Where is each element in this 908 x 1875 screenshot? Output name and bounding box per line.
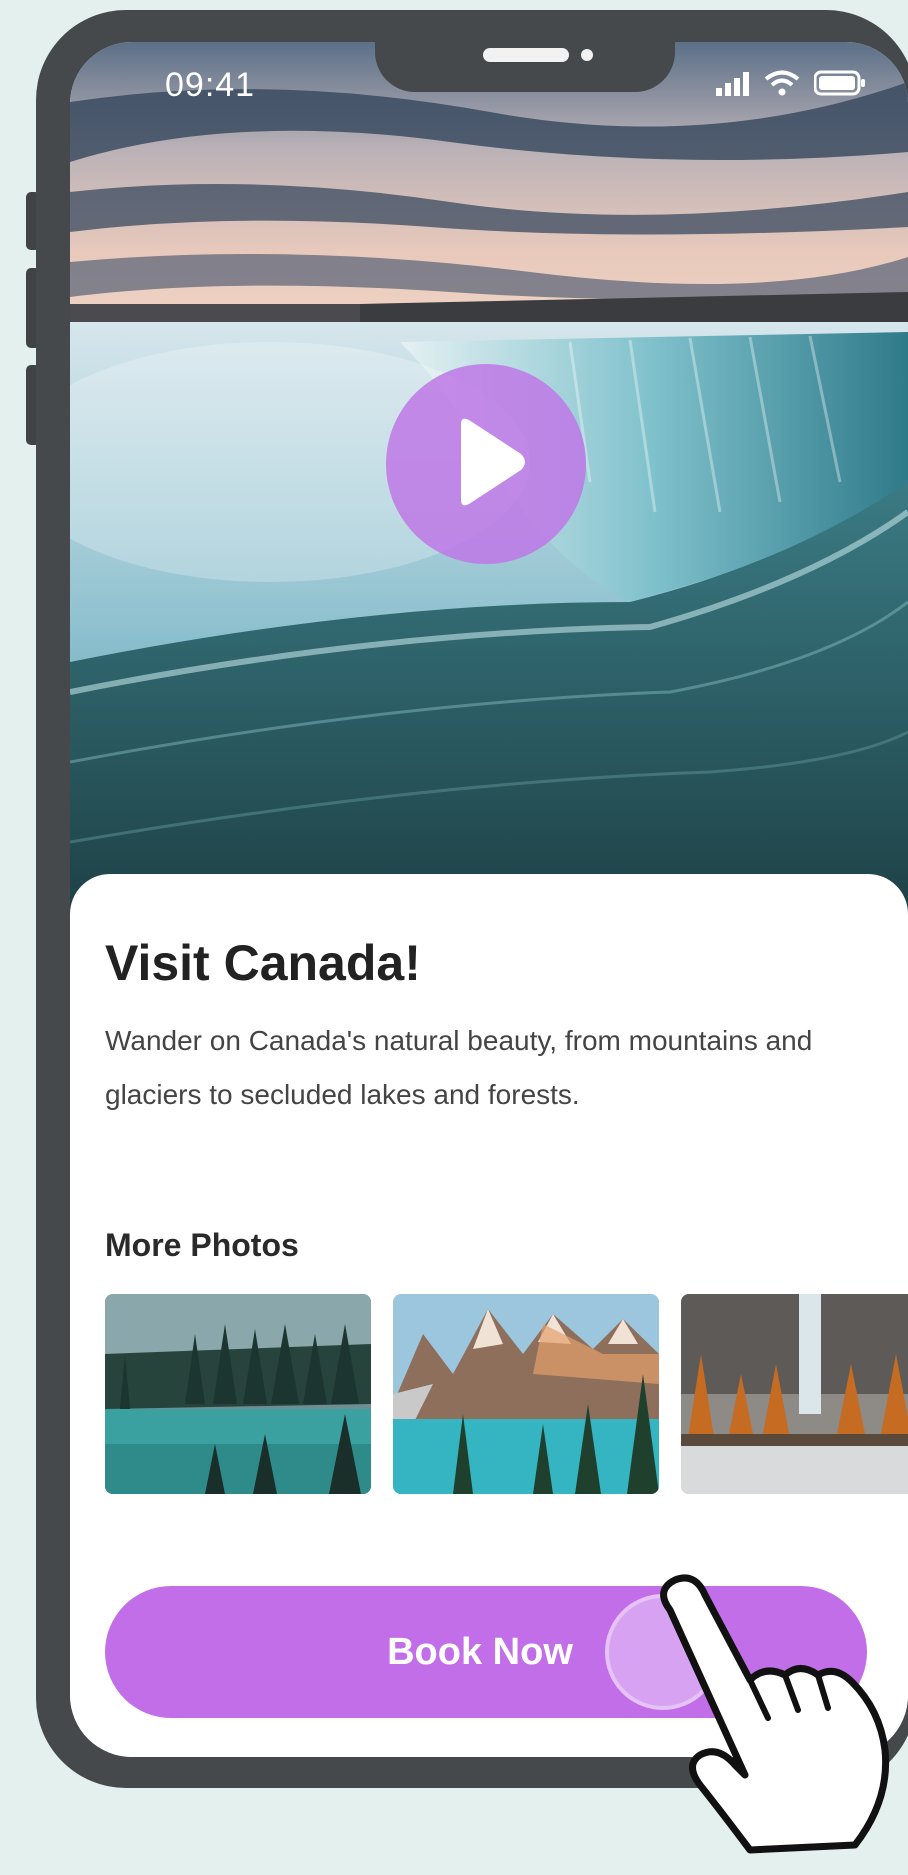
more-photos-heading: More Photos — [105, 1227, 299, 1263]
book-now-label: Book Now — [387, 1630, 573, 1673]
card-description: Wander on Canada's natural beauty, from … — [105, 1025, 813, 1110]
mountain-lake-photo[interactable] — [393, 1294, 659, 1494]
autumn-waterfall-photo[interactable] — [681, 1294, 908, 1494]
play-icon — [441, 414, 531, 515]
photo-gallery — [105, 1294, 908, 1494]
signal-icon — [716, 72, 750, 101]
battery-icon — [813, 70, 866, 101]
speaker-grille — [483, 48, 569, 62]
phone-screen: 09:41 Visit Canada! Wander on Canada's n… — [70, 42, 908, 1757]
wifi-icon — [764, 70, 800, 101]
play-video-button[interactable] — [386, 364, 586, 564]
status-icons — [716, 70, 866, 101]
card-title: Visit Canada! — [105, 935, 421, 991]
status-time: 09:41 — [165, 66, 256, 104]
forest-lake-photo[interactable] — [105, 1294, 371, 1494]
front-camera — [581, 49, 593, 61]
phone-notch — [375, 42, 675, 92]
pointing-hand-icon — [640, 1550, 900, 1875]
